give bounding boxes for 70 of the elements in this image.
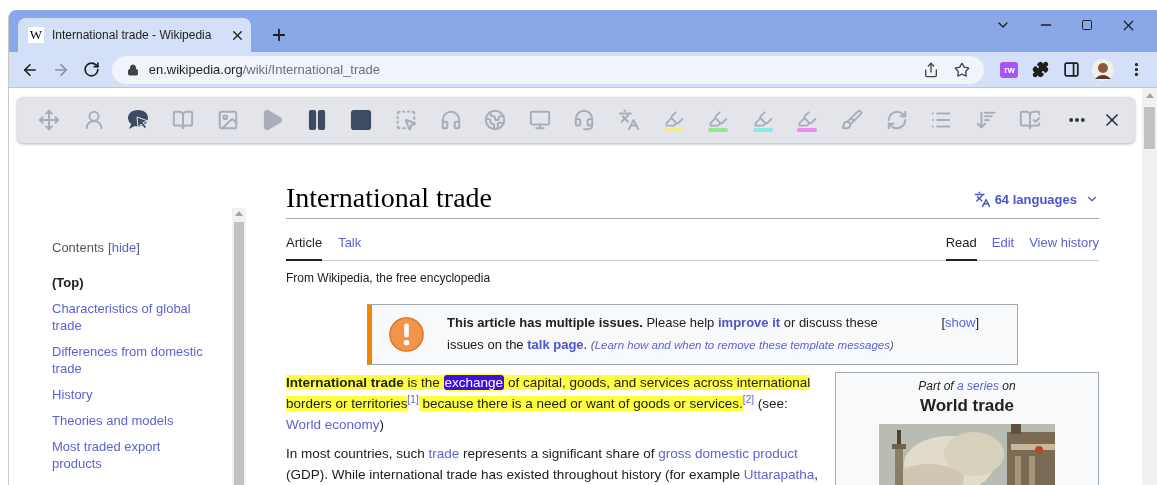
url-text: en.wikipedia.org/wiki/International_trade [148, 60, 380, 79]
share-icon[interactable] [923, 61, 940, 78]
contents-item[interactable]: History [52, 385, 212, 403]
speech-bubble-cursor-icon [126, 108, 151, 132]
tagline: From Wikipedia, the free encyclopedia [286, 269, 492, 287]
languages-button[interactable]: 64 languages [973, 189, 1099, 209]
paragraph: In most countries, such trade represents a significant share of gross domestic product (GDP). While international trade has existed throughout history (for example Uttarapatha, [286, 444, 820, 484]
move-icon [38, 109, 61, 131]
refresh-icon [885, 109, 908, 131]
broom-icon [841, 109, 863, 131]
footnote-link[interactable]: [1] [407, 393, 419, 405]
page-tab[interactable]: Talk [338, 233, 362, 261]
side-panel-icon[interactable] [1063, 61, 1081, 78]
infobox-title: World trade [919, 394, 1015, 417]
translate-icon [618, 109, 640, 131]
contents-heading: Contents [52, 239, 105, 257]
page-scrollbar[interactable] [1142, 88, 1157, 485]
translate-icon [973, 190, 991, 208]
monitor-icon [528, 109, 551, 131]
scrollbar[interactable] [232, 208, 246, 485]
link[interactable]: gross domestic product [658, 445, 798, 461]
show-link[interactable]: [show] [941, 312, 979, 332]
sort-icon [974, 109, 997, 131]
headset-icon [573, 109, 596, 131]
link[interactable]: trade [428, 445, 460, 461]
paragraph: International trade is the exchange of capital, goods, and services across international borders or territories$^{[1]}$ because there is a need or want of goods or services.$^{[2]}$ (see: World economy) [286, 373, 812, 434]
highlighter-icon [797, 108, 818, 129]
highlighter-icon [708, 108, 729, 129]
page-tab[interactable]: Edit [991, 233, 1015, 261]
link[interactable]: talk page [527, 337, 584, 352]
maximize-icon[interactable] [1081, 19, 1093, 31]
bookmark-icon[interactable] [954, 61, 971, 78]
contents-item[interactable]: Differences from domestic trade [52, 342, 212, 377]
contents-item[interactable]: Most traded export products [52, 437, 212, 472]
book-icon [1019, 109, 1042, 131]
contents-item[interactable]: (Top) [52, 273, 212, 291]
selection-icon [395, 109, 418, 131]
hide-link[interactable]: [hide] [108, 238, 140, 258]
avatar-icon[interactable] [1092, 58, 1115, 81]
extension-icon[interactable]: rw [1000, 61, 1019, 78]
address-field[interactable]: en.wikipedia.org/wiki/International_trade [111, 55, 985, 84]
favicon: W [28, 27, 44, 43]
tab-title: International trade - Wikipedia [52, 27, 213, 44]
notice-text: This article has multiple issues. Please help improve it or discuss these issues on the talk page. (Learn how and when to remove these template messages) [447, 314, 895, 354]
article-title: International trade [286, 181, 493, 215]
highlighted-link[interactable]: exchange [443, 374, 505, 390]
stop-icon [349, 108, 374, 132]
book-icon [172, 109, 195, 131]
highlighter-icon [752, 108, 773, 129]
warning-icon [388, 315, 425, 353]
contents-item[interactable]: Characteristics of global trade [52, 299, 212, 334]
extensions-icon[interactable] [1032, 61, 1050, 78]
series-caption: Part of a series on [918, 377, 1016, 395]
globe-icon [484, 109, 507, 131]
headphones-icon [439, 109, 462, 131]
contents-item[interactable]: Theories and models [52, 411, 212, 429]
footnote-link[interactable]: [2] [742, 393, 754, 405]
new-tab-icon[interactable] [270, 26, 288, 44]
page-tab[interactable]: View history [1029, 233, 1099, 261]
highlighter-icon [663, 108, 684, 129]
browser-tab[interactable]: W International trade - Wikipedia [18, 18, 251, 52]
page-tab[interactable]: Article [286, 233, 323, 261]
image-icon [216, 109, 239, 131]
link[interactable]: World economy [286, 416, 380, 432]
reload-icon[interactable] [82, 61, 100, 78]
page-tab[interactable]: Read [945, 233, 977, 261]
lock-icon [126, 63, 139, 76]
link[interactable]: a series [957, 378, 999, 393]
link[interactable]: improve it [717, 315, 781, 330]
link[interactable]: Learn how and when to remove these template messages [594, 339, 890, 351]
